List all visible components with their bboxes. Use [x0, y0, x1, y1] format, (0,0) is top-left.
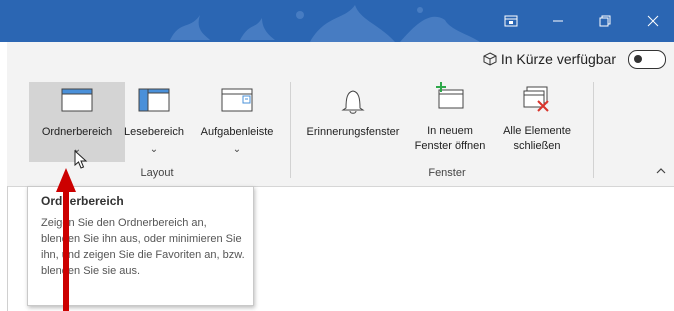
- mouse-cursor-icon: [74, 150, 88, 169]
- annotation-arrow: [56, 168, 76, 311]
